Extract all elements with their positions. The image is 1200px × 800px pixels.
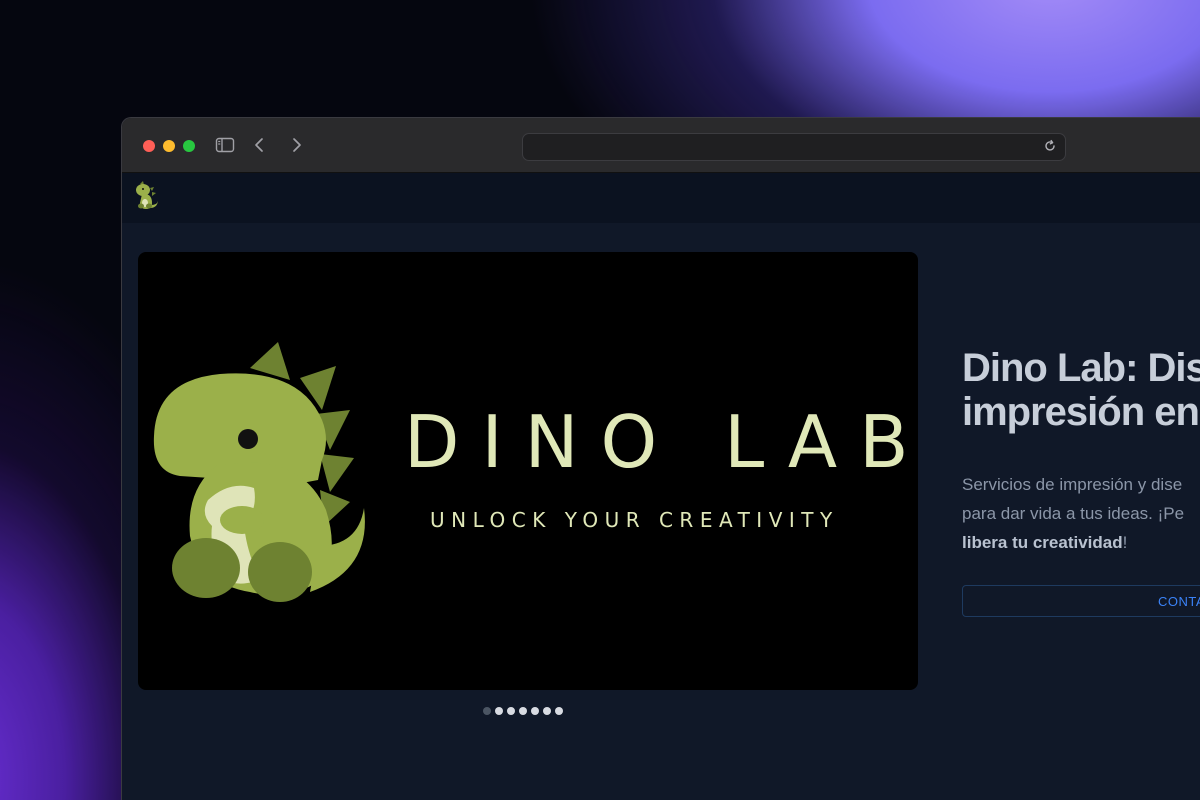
carousel-dot[interactable] [519, 707, 527, 715]
carousel-dot[interactable] [507, 707, 515, 715]
headline-line: Dino Lab: Dis [962, 346, 1200, 390]
site-navbar [122, 173, 1200, 223]
browser-window: DINO LAB UNLOCK YOUR CREATIVITY Dino Lab… [121, 117, 1200, 800]
hero-carousel-slide[interactable]: DINO LAB UNLOCK YOUR CREATIVITY [138, 252, 918, 690]
reload-icon[interactable] [1043, 139, 1057, 158]
back-icon[interactable] [252, 135, 268, 160]
page-headline: Dino Lab: Dis impresión en [962, 346, 1200, 434]
minimize-window-button[interactable] [163, 140, 175, 152]
dino-logo-icon[interactable] [134, 181, 160, 216]
zoom-window-button[interactable] [183, 140, 195, 152]
description-line: para dar vida a tus ideas. ¡Pe [962, 504, 1185, 523]
address-bar[interactable] [522, 133, 1066, 161]
hero-tagline: UNLOCK YOUR CREATIVITY [430, 508, 839, 532]
description-line: libera tu creatividad! [962, 528, 1200, 557]
headline-line: impresión en [962, 390, 1200, 434]
carousel-dot[interactable] [495, 707, 503, 715]
close-window-button[interactable] [143, 140, 155, 152]
description-end: ! [1122, 533, 1128, 552]
carousel-dot[interactable] [531, 707, 539, 715]
browser-toolbar [122, 118, 1200, 173]
carousel-dot[interactable] [555, 707, 563, 715]
dino-mascot-icon [150, 340, 370, 609]
contact-button[interactable]: CONTA [962, 585, 1200, 617]
page-description: Servicios de impresión y dise para dar v… [962, 470, 1200, 557]
carousel-indicators [483, 707, 563, 715]
carousel-dot[interactable] [483, 707, 491, 715]
description-line: Servicios de impresión y dise [962, 475, 1183, 494]
sidebar-toggle-icon[interactable] [215, 135, 235, 160]
carousel-dot[interactable] [543, 707, 551, 715]
description-highlight: libera tu creatividad [962, 533, 1123, 552]
forward-icon[interactable] [288, 135, 304, 160]
hero-brand-title: DINO LAB [404, 400, 918, 484]
